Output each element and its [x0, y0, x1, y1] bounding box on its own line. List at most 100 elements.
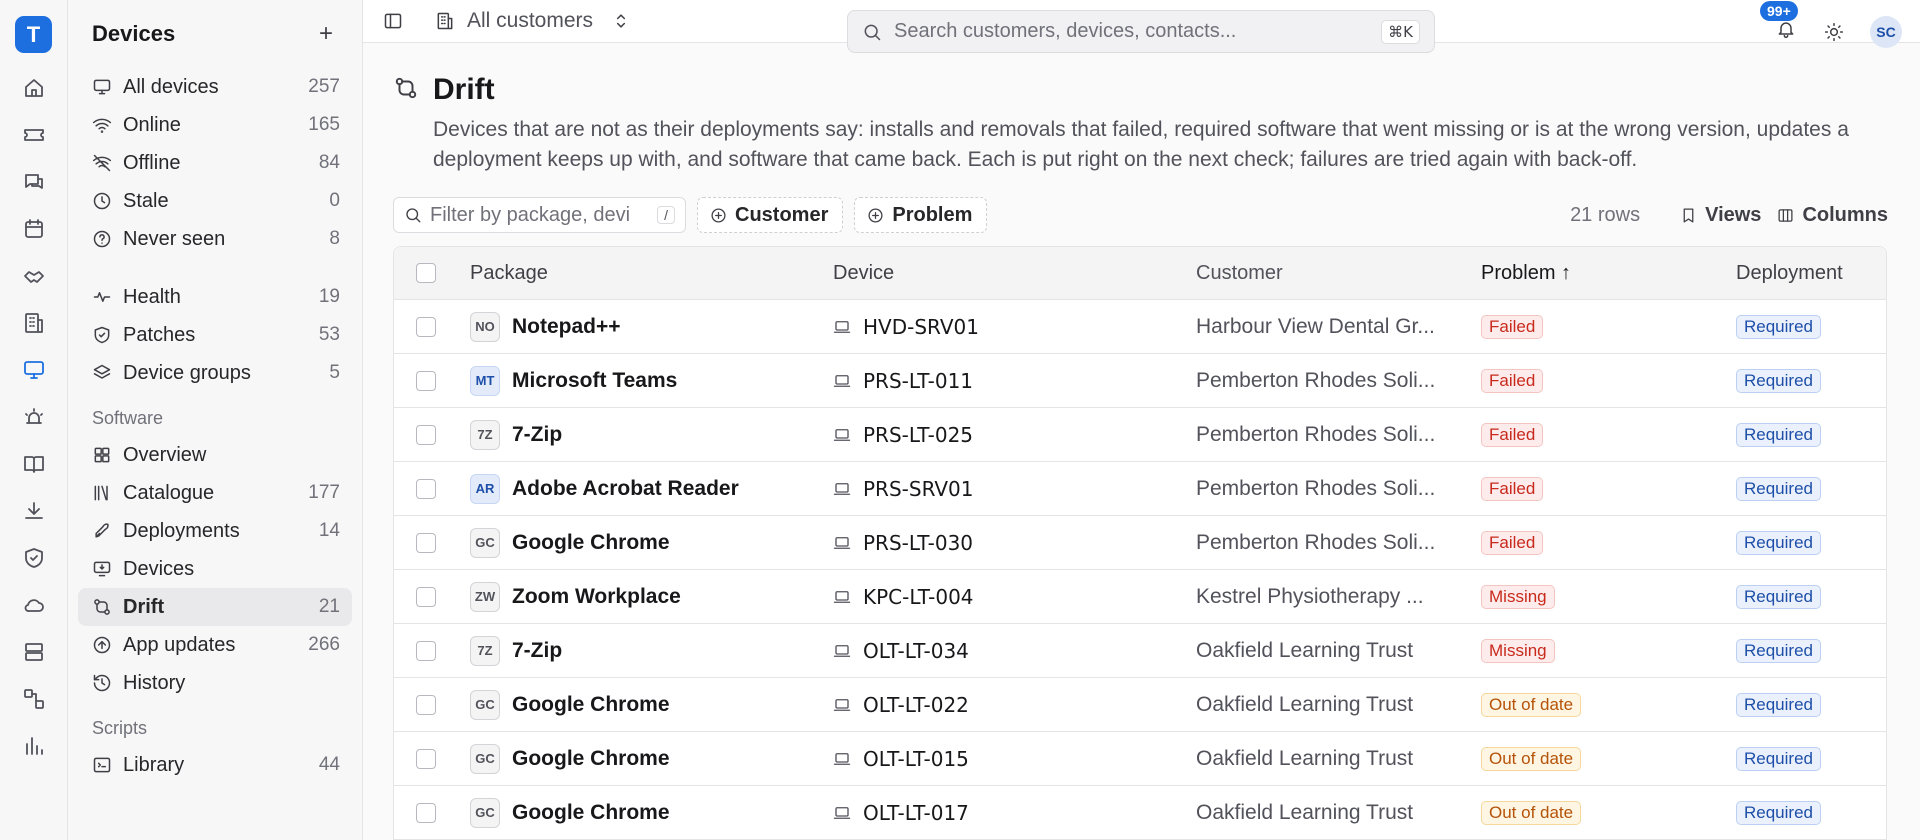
sidebar-item-device-groups[interactable]: Device groups 5: [78, 354, 352, 392]
package-name[interactable]: Google Chrome: [512, 801, 670, 825]
package-name[interactable]: Google Chrome: [512, 693, 670, 717]
customer-name[interactable]: Pemberton Rhodes Soli...: [1196, 531, 1481, 555]
package-name[interactable]: Google Chrome: [512, 531, 670, 555]
device-name[interactable]: PRS-SRV01: [863, 477, 974, 501]
app-logo[interactable]: T: [15, 16, 52, 53]
package-name[interactable]: Adobe Acrobat Reader: [512, 477, 739, 501]
sidebar-item-library[interactable]: Library 44: [78, 746, 352, 784]
row-checkbox[interactable]: [416, 424, 436, 445]
rail-building-icon[interactable]: [13, 302, 55, 344]
rail-shield-icon[interactable]: [13, 537, 55, 579]
views-button[interactable]: Views: [1680, 204, 1761, 227]
customer-name[interactable]: Oakfield Learning Trust: [1196, 801, 1481, 825]
table-row[interactable]: GC Google Chrome OLT-LT-015 Oakfield Learni…: [394, 732, 1886, 786]
sidebar-item-overview[interactable]: Overview: [78, 436, 352, 474]
package-name[interactable]: 7-Zip: [512, 639, 562, 663]
customer-name[interactable]: Oakfield Learning Trust: [1196, 693, 1481, 717]
package-name[interactable]: Google Chrome: [512, 747, 670, 771]
device-name[interactable]: PRS-LT-025: [863, 423, 973, 447]
device-name[interactable]: OLT-LT-022: [863, 693, 969, 717]
table-row[interactable]: 7Z 7-Zip PRS-LT-025 Pemberton Rhodes Soli..…: [394, 408, 1886, 462]
column-header-deployment[interactable]: Deployment: [1736, 262, 1886, 285]
columns-button[interactable]: Columns: [1777, 204, 1888, 227]
row-checkbox[interactable]: [416, 586, 436, 607]
rail-download-icon[interactable]: [13, 490, 55, 532]
rail-monitor-icon[interactable]: [13, 349, 55, 391]
theme-toggle-sun-icon[interactable]: [1824, 22, 1844, 42]
device-name[interactable]: PRS-LT-011: [863, 369, 973, 393]
sidebar-toggle-icon[interactable]: [383, 11, 403, 31]
filter-input[interactable]: Filter by package, devi /: [393, 197, 686, 233]
device-name[interactable]: OLT-LT-017: [863, 801, 969, 825]
rail-chart-icon[interactable]: [13, 725, 55, 767]
rail-alarm-icon[interactable]: [13, 396, 55, 438]
sidebar-item-health[interactable]: Health 19: [78, 278, 352, 316]
rail-handshake-icon[interactable]: [13, 255, 55, 297]
row-checkbox[interactable]: [416, 748, 436, 769]
row-checkbox[interactable]: [416, 640, 436, 661]
device-name[interactable]: OLT-LT-015: [863, 747, 969, 771]
sidebar-item-offline[interactable]: Offline 84: [78, 144, 352, 182]
table-row[interactable]: NO Notepad++ HVD-SRV01 Harbour View Dental …: [394, 300, 1886, 354]
row-checkbox[interactable]: [416, 802, 436, 823]
rail-calendar-icon[interactable]: [13, 208, 55, 250]
sidebar-item-app-updates[interactable]: App updates 266: [78, 626, 352, 664]
table-row[interactable]: GC Google Chrome OLT-LT-022 Oakfield Learni…: [394, 678, 1886, 732]
rail-book-icon[interactable]: [13, 443, 55, 485]
problem-filter-chip[interactable]: Problem: [854, 197, 988, 233]
customer-name[interactable]: Oakfield Learning Trust: [1196, 639, 1481, 663]
sidebar-item-all-devices[interactable]: All devices 257: [78, 68, 352, 106]
table-row[interactable]: AR Adobe Acrobat Reader PRS-SRV01 Pemberton…: [394, 462, 1886, 516]
sidebar-item-drift[interactable]: Drift 21: [78, 588, 352, 626]
row-checkbox[interactable]: [416, 532, 436, 553]
package-name[interactable]: 7-Zip: [512, 423, 562, 447]
package-name[interactable]: Microsoft Teams: [512, 369, 677, 393]
device-name[interactable]: HVD-SRV01: [863, 315, 979, 339]
customer-name[interactable]: Pemberton Rhodes Soli...: [1196, 423, 1481, 447]
sidebar-item-patches[interactable]: Patches 53: [78, 316, 352, 354]
rail-workflow-icon[interactable]: [13, 678, 55, 720]
customer-name[interactable]: Kestrel Physiotherapy ...: [1196, 585, 1481, 609]
package-name[interactable]: Notepad++: [512, 315, 621, 339]
sidebar-item-stale[interactable]: Stale 0: [78, 182, 352, 220]
row-checkbox[interactable]: [416, 694, 436, 715]
sidebar-item-catalogue[interactable]: Catalogue 177: [78, 474, 352, 512]
table-row[interactable]: ZW Zoom Workplace KPC-LT-004 Kestrel Physio…: [394, 570, 1886, 624]
add-device-button[interactable]: +: [312, 20, 340, 48]
global-search-input[interactable]: Search customers, devices, contacts... ⌘…: [847, 10, 1435, 53]
sidebar-item-never-seen[interactable]: Never seen 8: [78, 220, 352, 258]
user-avatar[interactable]: SC: [1870, 15, 1902, 48]
rail-ticket-icon[interactable]: [13, 114, 55, 156]
customer-filter-chip[interactable]: Customer: [697, 197, 844, 233]
column-header-customer[interactable]: Customer: [1196, 262, 1481, 285]
sidebar-item-history[interactable]: History: [78, 664, 352, 702]
select-all-checkbox[interactable]: [416, 263, 436, 283]
notifications-button[interactable]: 99+: [1760, 0, 1798, 45]
table-row[interactable]: 7Z 7-Zip OLT-LT-034 Oakfield Learning Trust…: [394, 624, 1886, 678]
table-row[interactable]: GC Google Chrome PRS-LT-030 Pemberton Rhode…: [394, 516, 1886, 570]
column-header-package[interactable]: Package: [470, 262, 833, 285]
customer-name[interactable]: Pemberton Rhodes Soli...: [1196, 477, 1481, 501]
rail-home-icon[interactable]: [13, 67, 55, 109]
device-name[interactable]: KPC-LT-004: [863, 585, 974, 609]
column-header-device[interactable]: Device: [833, 262, 1196, 285]
package-name[interactable]: Zoom Workplace: [512, 585, 681, 609]
customer-name[interactable]: Oakfield Learning Trust: [1196, 747, 1481, 771]
table-row[interactable]: GC Google Chrome OLT-LT-017 Oakfield Learni…: [394, 786, 1886, 840]
rail-server-icon[interactable]: [13, 631, 55, 673]
rail-chat-icon[interactable]: [13, 161, 55, 203]
customer-name[interactable]: Pemberton Rhodes Soli...: [1196, 369, 1481, 393]
sidebar-item-devices[interactable]: Devices: [78, 550, 352, 588]
sidebar-item-deployments[interactable]: Deployments 14: [78, 512, 352, 550]
row-checkbox[interactable]: [416, 316, 436, 337]
device-name[interactable]: OLT-LT-034: [863, 639, 969, 663]
table-row[interactable]: MT Microsoft Teams PRS-LT-011 Pemberton Rho…: [394, 354, 1886, 408]
customer-name[interactable]: Harbour View Dental Gr...: [1196, 315, 1481, 339]
column-header-problem[interactable]: Problem ↑: [1481, 262, 1736, 285]
customer-switcher[interactable]: All customers: [435, 9, 643, 33]
row-checkbox[interactable]: [416, 370, 436, 391]
rail-cloud-icon[interactable]: [13, 584, 55, 626]
sidebar-item-online[interactable]: Online 165: [78, 106, 352, 144]
row-checkbox[interactable]: [416, 478, 436, 499]
device-name[interactable]: PRS-LT-030: [863, 531, 973, 555]
